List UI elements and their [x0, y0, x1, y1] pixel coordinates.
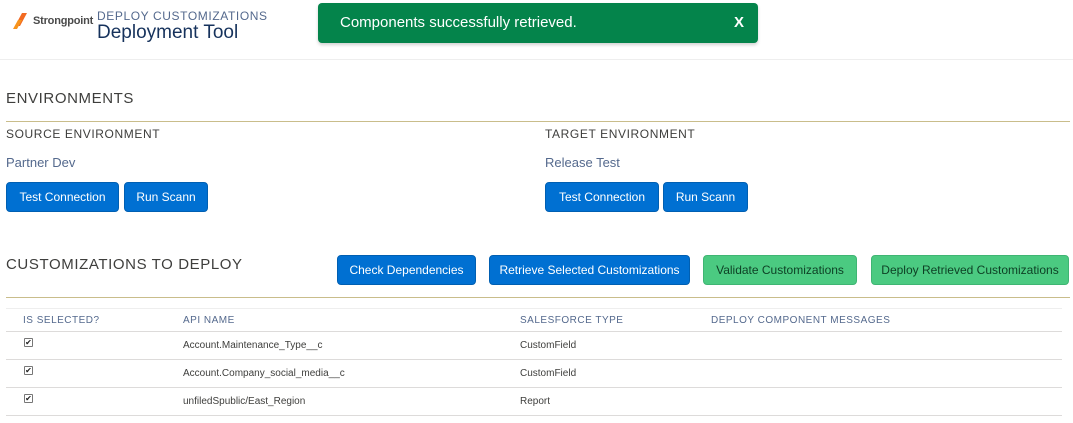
salesforce-type-cell: CustomField	[520, 368, 577, 379]
customizations-heading: CUSTOMIZATIONS TO DEPLOY	[6, 256, 243, 273]
environments-divider	[6, 121, 1070, 122]
strongpoint-logo: Strongpoint	[12, 11, 93, 31]
column-header-api-name: API NAME	[183, 315, 235, 326]
page-title: Deployment Tool	[97, 22, 239, 43]
table-row: ✔ Account.Maintenance_Type__c CustomFiel…	[6, 332, 1062, 360]
column-header-selected: IS SELECTED?	[23, 315, 100, 326]
environments-heading: ENVIRONMENTS	[6, 90, 135, 107]
deploy-customizations-button[interactable]: Deploy Retrieved Customizations	[871, 255, 1069, 285]
column-header-messages: DEPLOY COMPONENT MESSAGES	[711, 315, 891, 326]
table-header: IS SELECTED? API NAME SALESFORCE TYPE DE…	[6, 308, 1062, 332]
check-dependencies-button[interactable]: Check Dependencies	[337, 255, 476, 285]
column-header-salesforce-type: SALESFORCE TYPE	[520, 315, 624, 326]
target-test-connection-button[interactable]: Test Connection	[545, 182, 659, 212]
row-select-checkbox[interactable]: ✔	[24, 394, 33, 403]
target-environment-name: Release Test	[545, 155, 620, 170]
row-select-checkbox[interactable]: ✔	[24, 366, 33, 375]
table-row: ✔ Account.Company_social_media__c Custom…	[6, 360, 1062, 388]
api-name-cell: Account.Company_social_media__c	[183, 368, 345, 379]
salesforce-type-cell: CustomField	[520, 340, 577, 351]
retrieve-customizations-button[interactable]: Retrieve Selected Customizations	[489, 255, 690, 285]
success-toast: Components successfully retrieved. X	[318, 3, 758, 43]
salesforce-type-cell: Report	[520, 396, 551, 407]
source-run-scan-button[interactable]: Run Scann	[124, 182, 208, 212]
target-environment-label: TARGET ENVIRONMENT	[545, 127, 696, 141]
target-run-scan-button[interactable]: Run Scann	[663, 182, 748, 212]
row-select-checkbox[interactable]: ✔	[24, 338, 33, 347]
source-test-connection-button[interactable]: Test Connection	[6, 182, 119, 212]
customizations-table: IS SELECTED? API NAME SALESFORCE TYPE DE…	[6, 308, 1062, 416]
source-environment-name: Partner Dev	[6, 155, 76, 170]
customizations-divider	[6, 297, 1070, 298]
toast-message: Components successfully retrieved.	[340, 14, 577, 31]
logo-text: Strongpoint	[33, 15, 94, 27]
validate-customizations-button[interactable]: Validate Customizations	[703, 255, 857, 285]
toast-close-button[interactable]: X	[734, 14, 744, 31]
app-eyebrow: DEPLOY CUSTOMIZATIONS	[97, 9, 268, 23]
api-name-cell: Account.Maintenance_Type__c	[183, 340, 323, 351]
table-row: ✔ unfiledSpublic/East_Region Report	[6, 388, 1062, 416]
source-environment-label: SOURCE ENVIRONMENT	[6, 127, 161, 141]
api-name-cell: unfiledSpublic/East_Region	[183, 396, 306, 407]
strongpoint-logo-icon	[13, 13, 27, 29]
